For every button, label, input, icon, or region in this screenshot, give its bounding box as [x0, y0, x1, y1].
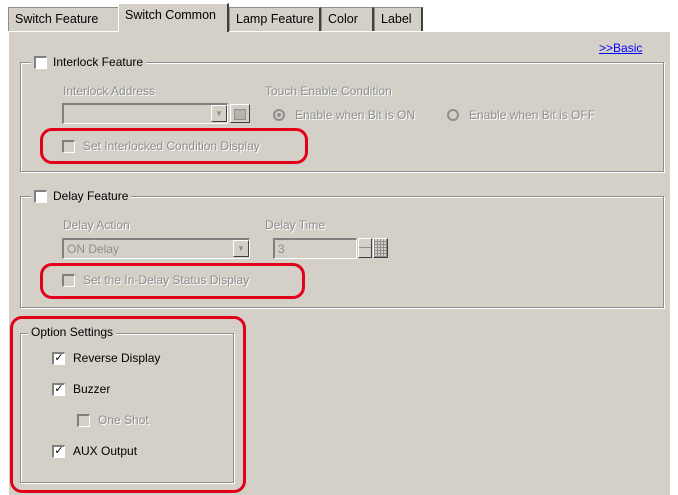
spin-buttons[interactable]	[358, 238, 372, 258]
delay-time-label: Delay Time	[265, 218, 326, 232]
chevron-down-icon[interactable]: ▼	[233, 240, 249, 257]
keypad-icon[interactable]	[230, 104, 250, 123]
tab-label: Label	[381, 12, 412, 26]
highlight-in-delay-display	[40, 263, 305, 299]
highlight-interlocked-display	[40, 128, 308, 164]
delay-action-label: Delay Action	[63, 218, 130, 232]
radio-enable-off[interactable]: Enable when Bit is OFF	[447, 108, 595, 122]
delay-time-value: 3	[278, 242, 285, 256]
delay-checkbox[interactable]	[34, 189, 47, 203]
interlock-address-combo[interactable]: ▼	[62, 103, 228, 124]
radio-on-icon[interactable]	[273, 109, 285, 121]
chevron-down-icon[interactable]: ▼	[211, 105, 227, 122]
tab-switch-feature[interactable]: Switch Feature	[8, 7, 120, 31]
tab-label-tab[interactable]: Label	[374, 7, 423, 31]
radio-off-icon[interactable]	[447, 109, 459, 121]
delay-action-combo[interactable]: ON Delay ▼	[62, 238, 250, 259]
radio-on-label: Enable when Bit is ON	[295, 108, 416, 122]
tab-color[interactable]: Color	[321, 7, 374, 31]
delay-header: Delay Feature	[31, 189, 132, 203]
tab-label: Switch Feature	[15, 12, 99, 26]
interlock-title: Interlock Feature	[53, 55, 144, 69]
radio-off-label: Enable when Bit is OFF	[469, 108, 596, 122]
interlock-header: Interlock Feature	[31, 55, 147, 69]
interlock-checkbox[interactable]	[34, 55, 47, 69]
basic-link[interactable]: >>Basic	[599, 41, 642, 55]
delay-title: Delay Feature	[53, 189, 129, 203]
delay-action-value: ON Delay	[67, 242, 120, 256]
tab-lamp-feature[interactable]: Lamp Feature	[229, 7, 321, 31]
tab-label: Lamp Feature	[236, 12, 314, 26]
delay-time-input[interactable]: 3	[273, 238, 357, 259]
interlock-address-label: Interlock Address	[63, 84, 156, 98]
tab-label: Color	[328, 12, 358, 26]
tab-label: Switch Common	[125, 8, 216, 22]
touch-enable-label: Touch Enable Condition	[265, 84, 392, 98]
highlight-option-settings	[10, 316, 246, 493]
keypad-icon[interactable]	[373, 238, 388, 258]
radio-enable-on[interactable]: Enable when Bit is ON	[273, 108, 415, 122]
tab-switch-common[interactable]: Switch Common	[118, 3, 229, 32]
